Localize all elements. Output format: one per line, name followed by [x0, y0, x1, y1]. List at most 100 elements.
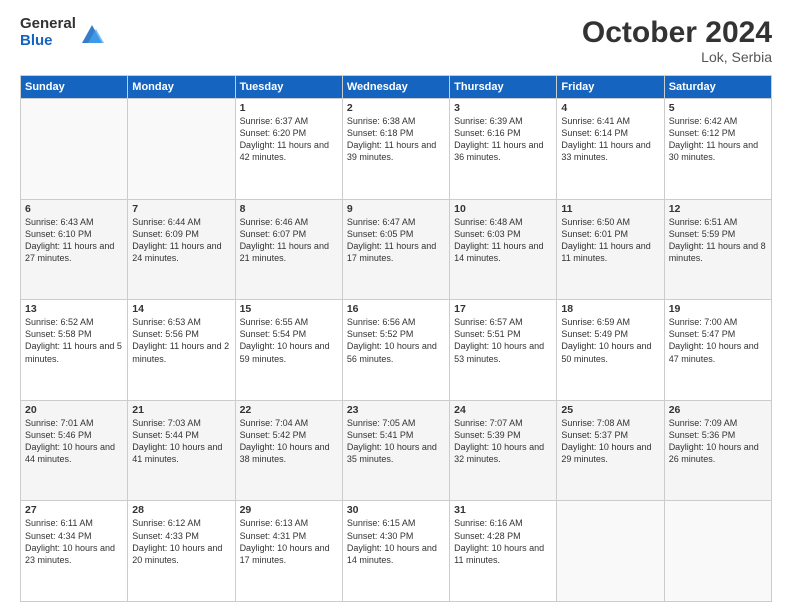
day-info: Sunrise: 7:04 AM Sunset: 5:42 PM Dayligh… [240, 417, 338, 466]
table-cell: 12Sunrise: 6:51 AM Sunset: 5:59 PM Dayli… [664, 199, 771, 300]
day-number: 2 [347, 102, 445, 114]
logo-text: General Blue [20, 16, 76, 49]
logo-blue: Blue [20, 33, 76, 50]
table-cell: 16Sunrise: 6:56 AM Sunset: 5:52 PM Dayli… [342, 300, 449, 401]
header-wednesday: Wednesday [342, 76, 449, 99]
table-cell [664, 501, 771, 602]
table-cell: 25Sunrise: 7:08 AM Sunset: 5:37 PM Dayli… [557, 400, 664, 501]
day-number: 22 [240, 404, 338, 416]
day-number: 23 [347, 404, 445, 416]
day-number: 4 [561, 102, 659, 114]
table-cell: 7Sunrise: 6:44 AM Sunset: 6:09 PM Daylig… [128, 199, 235, 300]
table-cell: 27Sunrise: 6:11 AM Sunset: 4:34 PM Dayli… [21, 501, 128, 602]
day-info: Sunrise: 6:56 AM Sunset: 5:52 PM Dayligh… [347, 316, 445, 365]
table-cell: 29Sunrise: 6:13 AM Sunset: 4:31 PM Dayli… [235, 501, 342, 602]
table-cell [21, 99, 128, 200]
title-block: October 2024 Lok, Serbia [582, 16, 772, 65]
day-number: 21 [132, 404, 230, 416]
day-info: Sunrise: 6:55 AM Sunset: 5:54 PM Dayligh… [240, 316, 338, 365]
day-info: Sunrise: 6:51 AM Sunset: 5:59 PM Dayligh… [669, 216, 767, 265]
day-number: 30 [347, 504, 445, 516]
day-number: 8 [240, 203, 338, 215]
table-cell: 6Sunrise: 6:43 AM Sunset: 6:10 PM Daylig… [21, 199, 128, 300]
table-cell: 10Sunrise: 6:48 AM Sunset: 6:03 PM Dayli… [450, 199, 557, 300]
day-info: Sunrise: 6:37 AM Sunset: 6:20 PM Dayligh… [240, 115, 338, 164]
page: General Blue October 2024 Lok, Serbia Su… [0, 0, 792, 612]
day-number: 29 [240, 504, 338, 516]
day-number: 24 [454, 404, 552, 416]
day-number: 5 [669, 102, 767, 114]
day-number: 27 [25, 504, 123, 516]
day-number: 3 [454, 102, 552, 114]
day-number: 14 [132, 303, 230, 315]
day-info: Sunrise: 6:43 AM Sunset: 6:10 PM Dayligh… [25, 216, 123, 265]
logo-icon [78, 19, 106, 47]
day-number: 28 [132, 504, 230, 516]
calendar-header-row: Sunday Monday Tuesday Wednesday Thursday… [21, 76, 772, 99]
header-saturday: Saturday [664, 76, 771, 99]
table-cell: 30Sunrise: 6:15 AM Sunset: 4:30 PM Dayli… [342, 501, 449, 602]
table-cell: 13Sunrise: 6:52 AM Sunset: 5:58 PM Dayli… [21, 300, 128, 401]
table-cell: 11Sunrise: 6:50 AM Sunset: 6:01 PM Dayli… [557, 199, 664, 300]
day-info: Sunrise: 7:08 AM Sunset: 5:37 PM Dayligh… [561, 417, 659, 466]
table-cell: 17Sunrise: 6:57 AM Sunset: 5:51 PM Dayli… [450, 300, 557, 401]
day-info: Sunrise: 7:00 AM Sunset: 5:47 PM Dayligh… [669, 316, 767, 365]
table-cell: 23Sunrise: 7:05 AM Sunset: 5:41 PM Dayli… [342, 400, 449, 501]
calendar-row-4: 20Sunrise: 7:01 AM Sunset: 5:46 PM Dayli… [21, 400, 772, 501]
day-number: 31 [454, 504, 552, 516]
calendar-table: Sunday Monday Tuesday Wednesday Thursday… [20, 75, 772, 602]
day-number: 26 [669, 404, 767, 416]
day-info: Sunrise: 6:12 AM Sunset: 4:33 PM Dayligh… [132, 517, 230, 566]
calendar-row-1: 1Sunrise: 6:37 AM Sunset: 6:20 PM Daylig… [21, 99, 772, 200]
day-info: Sunrise: 6:53 AM Sunset: 5:56 PM Dayligh… [132, 316, 230, 365]
day-info: Sunrise: 6:39 AM Sunset: 6:16 PM Dayligh… [454, 115, 552, 164]
day-number: 17 [454, 303, 552, 315]
day-number: 7 [132, 203, 230, 215]
location: Lok, Serbia [582, 49, 772, 65]
day-info: Sunrise: 7:01 AM Sunset: 5:46 PM Dayligh… [25, 417, 123, 466]
day-number: 12 [669, 203, 767, 215]
table-cell: 20Sunrise: 7:01 AM Sunset: 5:46 PM Dayli… [21, 400, 128, 501]
table-cell: 3Sunrise: 6:39 AM Sunset: 6:16 PM Daylig… [450, 99, 557, 200]
day-info: Sunrise: 7:09 AM Sunset: 5:36 PM Dayligh… [669, 417, 767, 466]
month-title: October 2024 [582, 16, 772, 49]
table-cell: 15Sunrise: 6:55 AM Sunset: 5:54 PM Dayli… [235, 300, 342, 401]
table-cell: 4Sunrise: 6:41 AM Sunset: 6:14 PM Daylig… [557, 99, 664, 200]
header-friday: Friday [557, 76, 664, 99]
calendar-row-3: 13Sunrise: 6:52 AM Sunset: 5:58 PM Dayli… [21, 300, 772, 401]
table-cell: 19Sunrise: 7:00 AM Sunset: 5:47 PM Dayli… [664, 300, 771, 401]
day-info: Sunrise: 6:13 AM Sunset: 4:31 PM Dayligh… [240, 517, 338, 566]
table-cell: 26Sunrise: 7:09 AM Sunset: 5:36 PM Dayli… [664, 400, 771, 501]
day-info: Sunrise: 6:11 AM Sunset: 4:34 PM Dayligh… [25, 517, 123, 566]
table-cell: 18Sunrise: 6:59 AM Sunset: 5:49 PM Dayli… [557, 300, 664, 401]
table-cell: 8Sunrise: 6:46 AM Sunset: 6:07 PM Daylig… [235, 199, 342, 300]
day-number: 1 [240, 102, 338, 114]
table-cell: 22Sunrise: 7:04 AM Sunset: 5:42 PM Dayli… [235, 400, 342, 501]
day-info: Sunrise: 6:41 AM Sunset: 6:14 PM Dayligh… [561, 115, 659, 164]
table-cell: 9Sunrise: 6:47 AM Sunset: 6:05 PM Daylig… [342, 199, 449, 300]
table-cell: 28Sunrise: 6:12 AM Sunset: 4:33 PM Dayli… [128, 501, 235, 602]
day-info: Sunrise: 6:50 AM Sunset: 6:01 PM Dayligh… [561, 216, 659, 265]
day-info: Sunrise: 6:52 AM Sunset: 5:58 PM Dayligh… [25, 316, 123, 365]
table-cell: 2Sunrise: 6:38 AM Sunset: 6:18 PM Daylig… [342, 99, 449, 200]
header-tuesday: Tuesday [235, 76, 342, 99]
table-cell [557, 501, 664, 602]
calendar-row-2: 6Sunrise: 6:43 AM Sunset: 6:10 PM Daylig… [21, 199, 772, 300]
header-sunday: Sunday [21, 76, 128, 99]
header-thursday: Thursday [450, 76, 557, 99]
table-cell [128, 99, 235, 200]
day-number: 16 [347, 303, 445, 315]
day-info: Sunrise: 6:38 AM Sunset: 6:18 PM Dayligh… [347, 115, 445, 164]
day-number: 11 [561, 203, 659, 215]
table-cell: 14Sunrise: 6:53 AM Sunset: 5:56 PM Dayli… [128, 300, 235, 401]
day-info: Sunrise: 6:15 AM Sunset: 4:30 PM Dayligh… [347, 517, 445, 566]
table-cell: 5Sunrise: 6:42 AM Sunset: 6:12 PM Daylig… [664, 99, 771, 200]
table-cell: 21Sunrise: 7:03 AM Sunset: 5:44 PM Dayli… [128, 400, 235, 501]
day-info: Sunrise: 7:05 AM Sunset: 5:41 PM Dayligh… [347, 417, 445, 466]
day-number: 9 [347, 203, 445, 215]
day-number: 15 [240, 303, 338, 315]
day-info: Sunrise: 7:07 AM Sunset: 5:39 PM Dayligh… [454, 417, 552, 466]
day-info: Sunrise: 7:03 AM Sunset: 5:44 PM Dayligh… [132, 417, 230, 466]
day-info: Sunrise: 6:57 AM Sunset: 5:51 PM Dayligh… [454, 316, 552, 365]
table-cell: 31Sunrise: 6:16 AM Sunset: 4:28 PM Dayli… [450, 501, 557, 602]
